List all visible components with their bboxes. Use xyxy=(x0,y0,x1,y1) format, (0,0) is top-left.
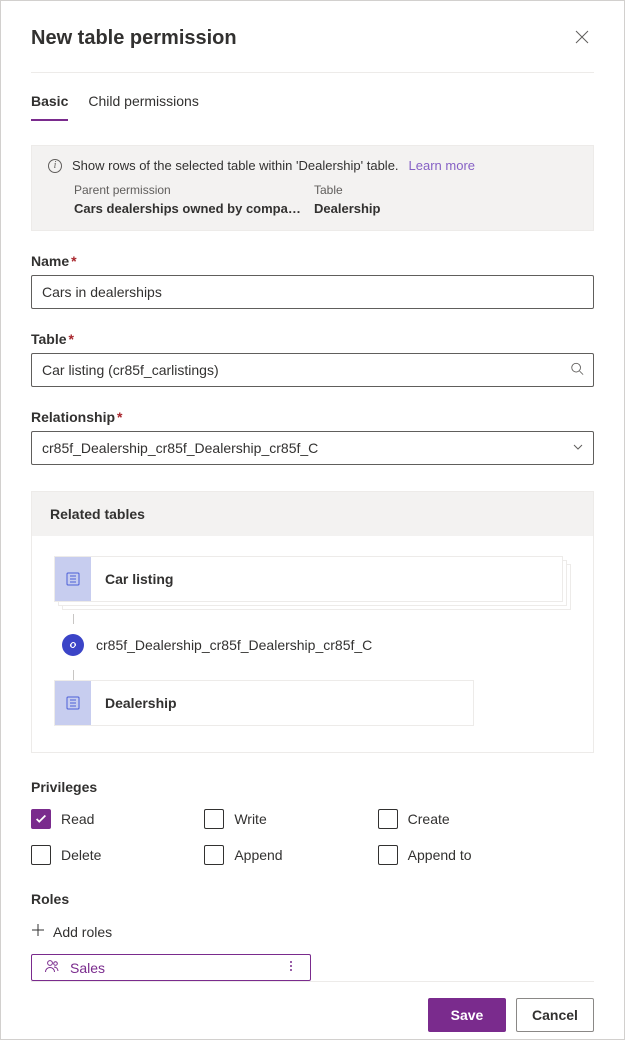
parent-table-label: Table xyxy=(314,183,554,197)
info-columns: Parent permission Cars dealerships owned… xyxy=(74,183,577,216)
required-marker: * xyxy=(71,253,76,269)
privilege-create[interactable]: Create xyxy=(378,809,551,829)
privilege-label: Append xyxy=(234,847,282,863)
privilege-label: Write xyxy=(234,811,266,827)
relationship-input[interactable] xyxy=(31,431,594,465)
entity-label: Dealership xyxy=(105,695,177,711)
privilege-read[interactable]: Read xyxy=(31,809,204,829)
info-text: Show rows of the selected table within '… xyxy=(72,158,399,173)
info-box: i Show rows of the selected table within… xyxy=(31,145,594,231)
table-lookup[interactable] xyxy=(31,353,594,387)
close-icon xyxy=(574,33,590,48)
close-button[interactable] xyxy=(570,25,594,52)
relationship-label: Relationship* xyxy=(31,409,594,425)
relationship-select[interactable] xyxy=(31,431,594,465)
info-message-row: i Show rows of the selected table within… xyxy=(48,158,577,173)
info-col-table: Table Dealership xyxy=(314,183,554,216)
add-roles-label: Add roles xyxy=(53,924,112,940)
privilege-label: Delete xyxy=(61,847,101,863)
dialog-header: New table permission xyxy=(31,25,594,52)
roles-label: Roles xyxy=(31,891,594,907)
role-name: Sales xyxy=(70,960,280,976)
privilege-label: Create xyxy=(408,811,450,827)
entity-label: Car listing xyxy=(105,571,173,587)
tab-list: Basic Child permissions xyxy=(31,87,594,121)
connector-line xyxy=(73,614,74,624)
entity-card-dealership: Dealership xyxy=(54,680,474,726)
field-table: Table* xyxy=(31,331,594,387)
more-icon[interactable] xyxy=(280,955,302,980)
field-relationship: Relationship* xyxy=(31,409,594,465)
divider xyxy=(31,72,594,73)
relationship-name: cr85f_Dealership_cr85f_Dealership_cr85f_… xyxy=(96,637,372,653)
tab-basic[interactable]: Basic xyxy=(31,87,68,121)
privileges-label: Privileges xyxy=(31,779,594,795)
privilege-append-to[interactable]: Append to xyxy=(378,845,551,865)
privileges-grid: Read Write Create Delete Append Append t… xyxy=(31,809,551,865)
checkbox-icon xyxy=(31,845,51,865)
privilege-append[interactable]: Append xyxy=(204,845,377,865)
relationship-row: cr85f_Dealership_cr85f_Dealership_cr85f_… xyxy=(62,634,571,656)
parent-permission-value: Cars dealerships owned by compa… xyxy=(74,201,304,216)
table-input[interactable] xyxy=(31,353,594,387)
connector-line xyxy=(73,670,74,680)
dialog-panel: New table permission Basic Child permiss… xyxy=(0,0,625,1040)
checkbox-checked-icon xyxy=(31,809,51,829)
dialog-footer: Save Cancel xyxy=(31,981,594,1032)
entity-card-stack: Car listing xyxy=(54,556,571,610)
name-label: Name* xyxy=(31,253,594,269)
privilege-write[interactable]: Write xyxy=(204,809,377,829)
plus-icon xyxy=(31,923,45,940)
privilege-label: Read xyxy=(61,811,94,827)
checkbox-icon xyxy=(204,845,224,865)
add-roles-button[interactable]: Add roles xyxy=(31,919,594,944)
learn-more-link[interactable]: Learn more xyxy=(409,158,475,173)
checkbox-icon xyxy=(378,845,398,865)
cancel-button[interactable]: Cancel xyxy=(516,998,594,1032)
people-icon xyxy=(44,958,60,977)
info-icon: i xyxy=(48,159,62,173)
name-input[interactable] xyxy=(31,275,594,309)
privilege-label: Append to xyxy=(408,847,472,863)
tab-child-permissions[interactable]: Child permissions xyxy=(88,87,198,121)
role-chip-sales[interactable]: Sales xyxy=(31,954,311,981)
dialog-title: New table permission xyxy=(31,27,237,50)
parent-table-value: Dealership xyxy=(314,201,544,216)
entity-card-car-listing: Car listing xyxy=(54,556,563,602)
table-icon xyxy=(55,681,91,725)
privilege-delete[interactable]: Delete xyxy=(31,845,204,865)
link-icon xyxy=(62,634,84,656)
save-button[interactable]: Save xyxy=(428,998,506,1032)
related-tables-header: Related tables xyxy=(32,492,593,536)
parent-permission-label: Parent permission xyxy=(74,183,314,197)
related-tables-body: Car listing cr85f_Dealership_cr85f_Deale… xyxy=(32,536,593,752)
info-col-parent: Parent permission Cars dealerships owned… xyxy=(74,183,314,216)
required-marker: * xyxy=(117,409,122,425)
field-name: Name* xyxy=(31,253,594,309)
required-marker: * xyxy=(69,331,74,347)
table-label: Table* xyxy=(31,331,594,347)
checkbox-icon xyxy=(378,809,398,829)
related-tables-box: Related tables Car listing cr85f_Dealers… xyxy=(31,491,594,753)
table-icon xyxy=(55,557,91,601)
checkbox-icon xyxy=(204,809,224,829)
